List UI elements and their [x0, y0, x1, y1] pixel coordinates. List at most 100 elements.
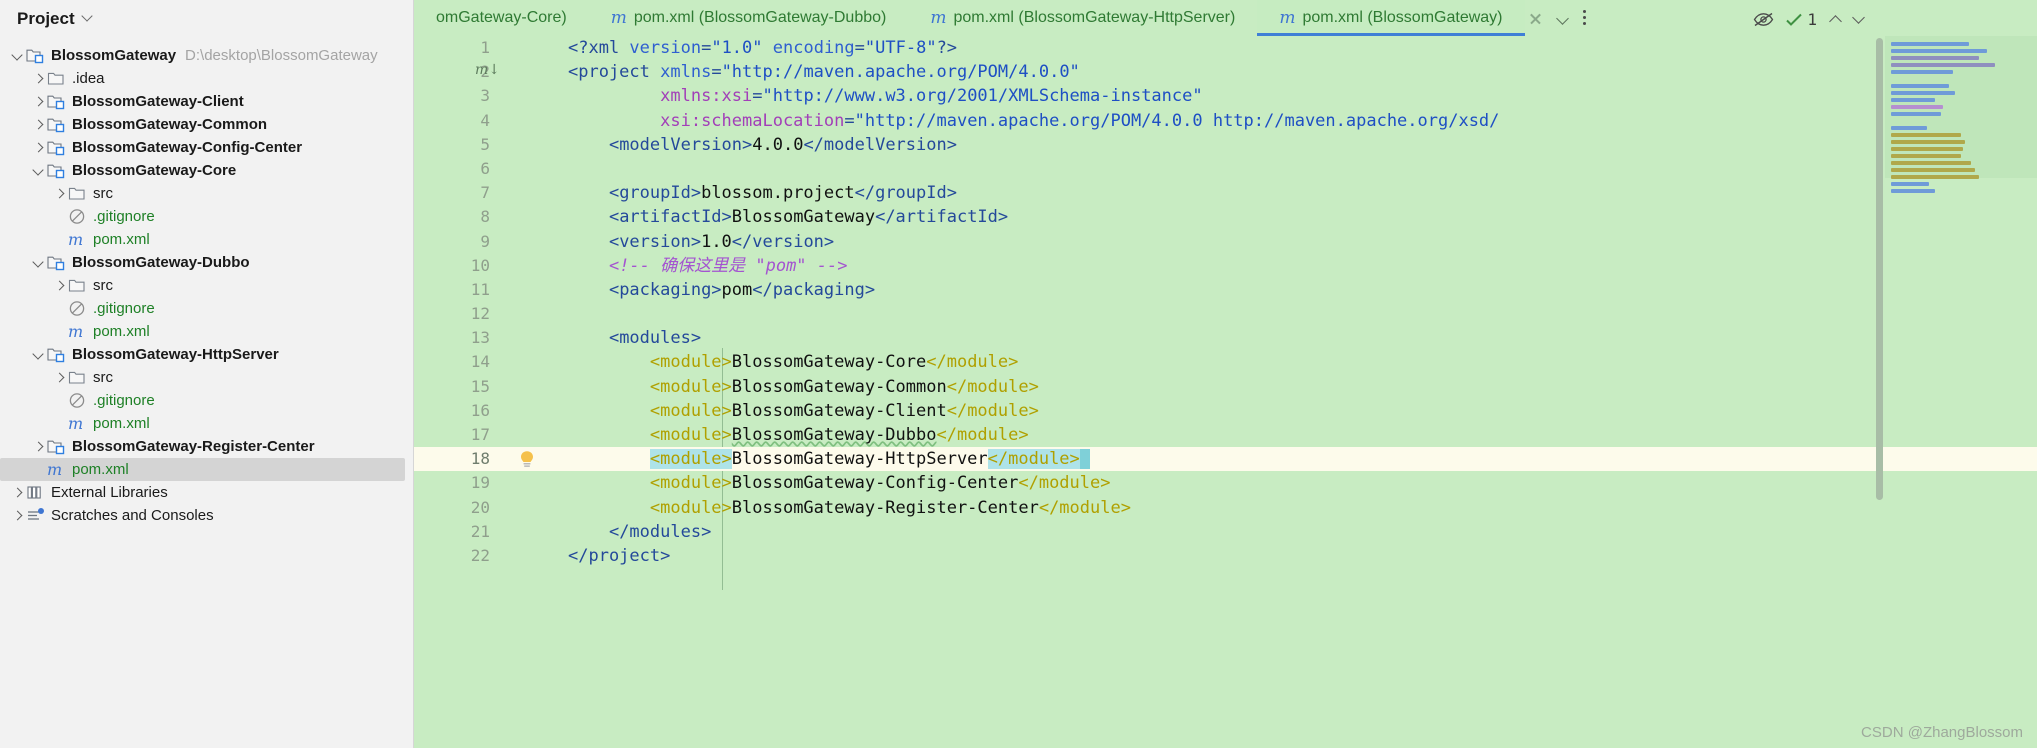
- code-line[interactable]: <module>BlossomGateway-Register-Center</…: [550, 496, 2037, 520]
- hint-cell: [506, 399, 550, 423]
- lightbulb-hint-icon[interactable]: [518, 450, 536, 469]
- tree-expand-arrow-icon[interactable]: [10, 508, 26, 524]
- code-line[interactable]: <version>1.0</version>: [550, 230, 2037, 254]
- tree-item[interactable]: BlossomGateway-Core: [0, 159, 413, 182]
- code-token: pom: [721, 279, 753, 300]
- tree-item[interactable]: src: [0, 366, 413, 389]
- tree-item[interactable]: BlossomGateway-Config-Center: [0, 136, 413, 159]
- code-line[interactable]: <module>BlossomGateway-Common</module>: [550, 375, 2037, 399]
- code-line[interactable]: <module>BlossomGateway-Dubbo</module>: [550, 423, 2037, 447]
- gitignore-icon: [68, 300, 88, 318]
- tree-item[interactable]: m pom.xml: [0, 458, 405, 481]
- tree-expand-arrow-icon[interactable]: [31, 347, 47, 363]
- tree-expand-arrow-icon[interactable]: [31, 71, 47, 87]
- tree-expand-arrow-icon[interactable]: [31, 117, 47, 133]
- minimap-line: [1891, 182, 1929, 186]
- code-line[interactable]: <artifactId>BlossomGateway</artifactId>: [550, 205, 2037, 229]
- chevron-up-icon[interactable]: [1829, 15, 1842, 24]
- maven-download-icon[interactable]: m↓: [475, 62, 500, 78]
- tree-expand-arrow-icon[interactable]: [10, 48, 26, 64]
- editor-tab[interactable]: m pom.xml (BlossomGateway-Dubbo): [588, 0, 909, 36]
- code-line[interactable]: <modules>: [550, 326, 2037, 350]
- hint-gutter[interactable]: [506, 36, 550, 748]
- project-tree[interactable]: BlossomGateway D:\desktop\BlossomGateway …: [0, 38, 413, 527]
- code-line[interactable]: <module>BlossomGateway-Core</module>: [550, 350, 2037, 374]
- code-line[interactable]: <project xmlns="http://maven.apache.org/…: [550, 60, 2037, 84]
- chevron-down-icon[interactable]: [1556, 14, 1569, 23]
- close-icon[interactable]: [1529, 12, 1542, 25]
- tree-item[interactable]: .gitignore: [0, 297, 413, 320]
- code-line[interactable]: <module>BlossomGateway-HttpServer</modul…: [550, 447, 2037, 471]
- inspection-status[interactable]: 1: [1786, 10, 1817, 29]
- code-token: <modules>: [608, 328, 702, 349]
- code-line[interactable]: </modules>: [550, 520, 2037, 544]
- tree-item[interactable]: BlossomGateway-Dubbo: [0, 251, 413, 274]
- tree-expand-arrow-icon[interactable]: [52, 370, 68, 386]
- minimap-line: [1891, 91, 1955, 95]
- editor-tab[interactable]: omGateway-Core): [414, 0, 589, 36]
- tree-item[interactable]: BlossomGateway-HttpServer: [0, 343, 413, 366]
- code-line[interactable]: xsi:schemaLocation="http://maven.apache.…: [550, 109, 2037, 133]
- tree-item[interactable]: .idea: [0, 67, 413, 90]
- code-line[interactable]: <!-- 确保这里是 "pom" -->: [550, 254, 2037, 278]
- tree-expand-arrow-icon[interactable]: [52, 278, 68, 294]
- line-number: 16: [470, 400, 490, 420]
- maven-icon: m: [68, 229, 84, 249]
- code-content[interactable]: <?xml version="1.0" encoding="UTF-8"?> <p…: [550, 36, 2037, 748]
- tree-item[interactable]: BlossomGateway-Common: [0, 113, 413, 136]
- code-editor[interactable]: 1 2 m↓ 3 4 5 6 7 8 9 10 11 12 13 14 15 16 17 18 19 20 21 22 <?…: [414, 36, 2037, 748]
- tree-item-label: BlossomGateway: [51, 47, 177, 64]
- code-line[interactable]: <module>BlossomGateway-Client</module>: [550, 399, 2037, 423]
- tree-expand-arrow-icon[interactable]: [31, 94, 47, 110]
- tree-expand-arrow-icon[interactable]: [52, 186, 68, 202]
- tree-item[interactable]: m pom.xml: [0, 320, 413, 343]
- kebab-menu-icon[interactable]: [1582, 9, 1587, 27]
- code-line[interactable]: <?xml version="1.0" encoding="UTF-8"?>: [550, 36, 2037, 60]
- code-line[interactable]: xmlns:xsi="http://www.w3.org/2001/XMLSch…: [550, 84, 2037, 108]
- chevron-down-icon[interactable]: [1852, 15, 1865, 24]
- tree-item[interactable]: .gitignore: [0, 205, 413, 228]
- scrollbar-thumb[interactable]: [1876, 38, 1883, 500]
- code-line[interactable]: <module>BlossomGateway-Config-Center</mo…: [550, 471, 2037, 495]
- code-line[interactable]: <groupId>blossom.project</groupId>: [550, 181, 2037, 205]
- code-token: <project: [568, 62, 661, 83]
- tree-item[interactable]: src: [0, 182, 413, 205]
- inspection-widget[interactable]: 1: [1753, 10, 1865, 29]
- tree-item[interactable]: src: [0, 274, 413, 297]
- tree-expand-arrow-icon[interactable]: [31, 439, 47, 455]
- code-minimap[interactable]: [1885, 36, 2037, 193]
- tree-expand-arrow-icon[interactable]: [31, 140, 47, 156]
- code-token: <groupId>: [608, 183, 702, 204]
- code-line[interactable]: </project>: [550, 544, 2037, 568]
- tree-expand-arrow-icon[interactable]: [10, 485, 26, 501]
- tree-item[interactable]: .gitignore: [0, 389, 413, 412]
- tree-expand-arrow-icon[interactable]: [31, 255, 47, 271]
- editor-tab[interactable]: m pom.xml (BlossomGateway): [1257, 0, 1525, 36]
- tree-item[interactable]: Scratches and Consoles: [0, 504, 413, 527]
- editor-tab[interactable]: m pom.xml (BlossomGateway-HttpServer): [908, 0, 1258, 36]
- tree-expand-arrow-icon[interactable]: [31, 163, 47, 179]
- code-token: </module>: [1018, 473, 1111, 494]
- chevron-down-icon[interactable]: [83, 12, 94, 23]
- code-line[interactable]: [550, 302, 2037, 326]
- code-line[interactable]: [550, 157, 2037, 181]
- hint-cell[interactable]: [506, 447, 550, 472]
- project-panel-header[interactable]: Project: [0, 0, 413, 38]
- tree-item[interactable]: BlossomGateway-Client: [0, 90, 413, 113]
- minimap-line: [1891, 84, 1949, 88]
- tree-item[interactable]: BlossomGateway D:\desktop\BlossomGateway: [0, 44, 413, 67]
- vertical-scrollbar[interactable]: [1874, 36, 1885, 748]
- tree-item[interactable]: External Libraries: [0, 481, 413, 504]
- code-line[interactable]: <packaging>pom</packaging>: [550, 278, 2037, 302]
- tree-item[interactable]: m pom.xml: [0, 228, 413, 251]
- code-line[interactable]: <modelVersion>4.0.0</modelVersion>: [550, 133, 2037, 157]
- eye-off-icon[interactable]: [1753, 12, 1774, 27]
- tree-item[interactable]: m pom.xml: [0, 412, 413, 435]
- tree-item[interactable]: BlossomGateway-Register-Center: [0, 435, 413, 458]
